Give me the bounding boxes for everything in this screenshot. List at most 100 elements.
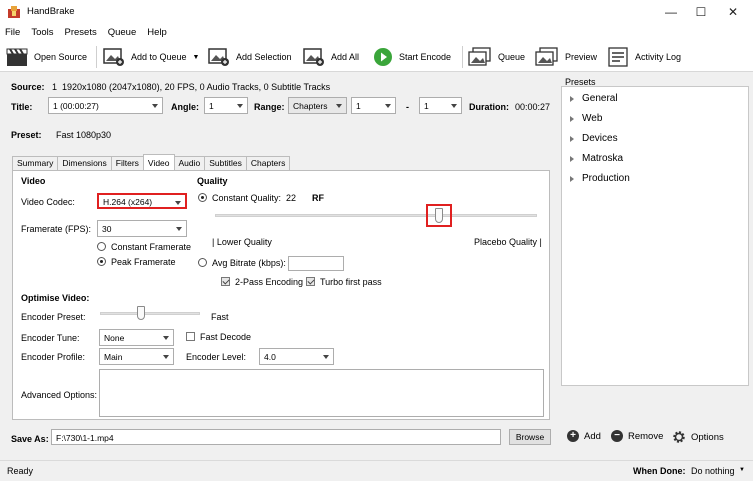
tab-dimensions[interactable]: Dimensions — [57, 156, 112, 170]
two-pass-label: 2-Pass Encoding — [235, 277, 304, 287]
status-bar: Ready When Done: Do nothing ▼ — [0, 460, 753, 481]
tab-summary[interactable]: Summary — [12, 156, 59, 170]
menu-file[interactable]: File — [5, 27, 20, 38]
queue-button[interactable]: Queue — [468, 46, 525, 68]
source-label: Source: — [11, 82, 45, 92]
advanced-options-label: Advanced Options: — [21, 390, 98, 400]
preset-options-button[interactable]: Options — [672, 430, 724, 444]
quality-section-title: Quality — [197, 176, 228, 186]
angle-label: Angle: — [171, 102, 199, 112]
range-end-dropdown[interactable]: 1 — [419, 97, 462, 114]
tab-video[interactable]: Video — [142, 154, 175, 170]
turbo-first-pass-label: Turbo first pass — [320, 277, 382, 287]
avg-bitrate-radio[interactable] — [198, 258, 207, 267]
tab-subtitles[interactable]: Subtitles — [204, 156, 247, 170]
source-index: 1 — [52, 82, 58, 92]
preset-group-matroska[interactable]: Matroska — [570, 153, 623, 164]
activity-log-button[interactable]: Activity Log — [607, 46, 681, 68]
expand-triangle-icon — [570, 115, 574, 122]
add-image-icon — [208, 48, 229, 66]
encoder-preset-slider[interactable] — [100, 306, 200, 322]
encoder-preset-label: Encoder Preset: — [21, 312, 86, 322]
encoder-profile-dropdown[interactable]: Main — [99, 348, 174, 365]
fast-decode-checkbox[interactable] — [186, 332, 195, 341]
when-done-dropdown[interactable]: Do nothing — [691, 466, 735, 476]
plus-icon: + — [567, 430, 579, 442]
encoder-profile-label: Encoder Profile: — [21, 352, 86, 362]
preset-value: Fast 1080p30 — [56, 130, 112, 140]
minimize-button[interactable]: — — [655, 0, 687, 24]
preset-group-production[interactable]: Production — [570, 173, 630, 184]
tab-filters[interactable]: Filters — [110, 156, 144, 170]
close-button[interactable]: ✕ — [717, 0, 749, 24]
preset-group-general[interactable]: General — [570, 93, 618, 104]
save-as-input[interactable]: F:\730\1-1.mp4 — [51, 429, 501, 445]
window-title: HandBrake — [27, 6, 75, 17]
add-to-queue-button[interactable]: Add to Queue ▼ — [103, 46, 199, 68]
encoder-tune-label: Encoder Tune: — [21, 333, 80, 343]
activity-log-label: Activity Log — [635, 52, 682, 62]
avg-bitrate-input[interactable] — [288, 256, 344, 271]
play-icon — [374, 48, 392, 66]
menu-tools[interactable]: Tools — [31, 27, 53, 38]
framerate-dropdown[interactable]: 30 — [97, 220, 187, 237]
angle-dropdown[interactable]: 1 — [204, 97, 248, 114]
range-start-dropdown[interactable]: 1 — [351, 97, 396, 114]
remove-preset-button[interactable]: − Remove — [611, 430, 663, 442]
tab-audio[interactable]: Audio — [173, 156, 206, 170]
quality-slider-highlight — [426, 204, 452, 227]
title-bar: HandBrake — ☐ ✕ — [0, 0, 753, 24]
add-image-icon — [103, 48, 124, 66]
settings-tabs: Summary Dimensions Filters Video Audio S… — [12, 154, 291, 170]
start-encode-button[interactable]: Start Encode — [373, 46, 451, 68]
preview-button[interactable]: Preview — [535, 46, 597, 68]
preset-group-web[interactable]: Web — [570, 113, 602, 124]
chevron-down-icon[interactable]: ▼ — [739, 467, 745, 473]
tab-chapters[interactable]: Chapters — [245, 156, 291, 170]
constant-quality-unit: RF — [312, 193, 324, 203]
title-dropdown[interactable]: 1 (00:00:27) — [48, 97, 163, 114]
constant-quality-label: Constant Quality: — [212, 193, 282, 203]
save-as-label: Save As: — [11, 434, 49, 444]
range-label: Range: — [254, 102, 285, 112]
encoder-tune-dropdown[interactable]: None — [99, 329, 174, 346]
presets-panel: Presets General Web Devices Matroska Pro… — [561, 74, 749, 443]
preset-group-devices[interactable]: Devices — [570, 133, 618, 144]
queue-label: Queue — [498, 52, 526, 62]
advanced-options-textarea[interactable] — [99, 369, 544, 417]
open-source-button[interactable]: Open Source — [6, 46, 87, 68]
encoder-preset-track — [100, 312, 200, 315]
add-all-button[interactable]: Add All — [303, 46, 359, 68]
quality-slider[interactable] — [215, 204, 537, 228]
range-separator: - — [406, 102, 409, 112]
menu-presets[interactable]: Presets — [65, 27, 97, 38]
add-all-label: Add All — [331, 52, 360, 62]
peak-framerate-radio[interactable] — [97, 257, 106, 266]
add-selection-button[interactable]: Add Selection — [208, 46, 292, 68]
constant-framerate-radio[interactable] — [97, 242, 106, 251]
menu-queue[interactable]: Queue — [108, 27, 137, 38]
turbo-first-pass-checkbox[interactable] — [306, 277, 315, 286]
add-selection-label: Add Selection — [236, 52, 292, 62]
handbrake-logo-icon — [8, 6, 20, 18]
chevron-down-icon[interactable]: ▼ — [193, 54, 200, 61]
constant-quality-radio[interactable] — [198, 193, 207, 202]
expand-triangle-icon — [570, 175, 574, 182]
constant-quality-value: 22 — [286, 193, 297, 203]
video-codec-dropdown[interactable]: H.264 (x264) — [97, 193, 187, 209]
browse-button[interactable]: Browse — [509, 429, 551, 445]
two-pass-checkbox[interactable] — [221, 277, 230, 286]
constant-framerate-label: Constant Framerate — [111, 242, 192, 252]
range-mode-dropdown[interactable]: Chapters — [288, 97, 347, 114]
add-preset-button[interactable]: + Add — [567, 430, 601, 442]
video-codec-label: Video Codec: — [21, 197, 75, 207]
menu-help[interactable]: Help — [147, 27, 167, 38]
preset-label: Preset: — [11, 130, 42, 140]
quality-slider-track — [215, 214, 537, 217]
maximize-button[interactable]: ☐ — [685, 0, 717, 24]
add-to-queue-label: Add to Queue — [131, 52, 187, 62]
encoder-level-label: Encoder Level: — [186, 352, 247, 362]
encoder-level-dropdown[interactable]: 4.0 — [259, 348, 334, 365]
preview-label: Preview — [565, 52, 598, 62]
encoder-preset-thumb[interactable] — [137, 306, 145, 320]
